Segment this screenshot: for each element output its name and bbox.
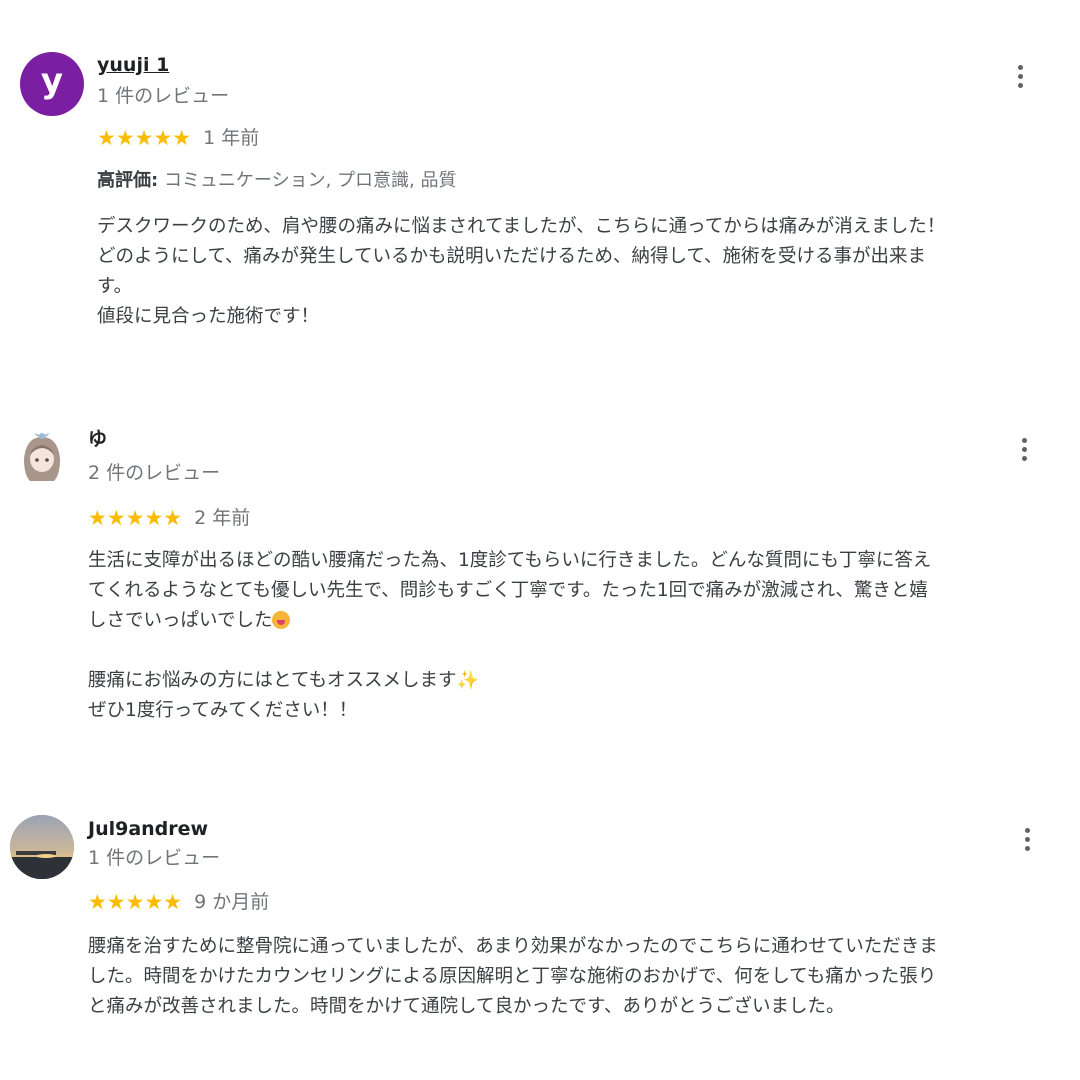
avatar[interactable]: y (20, 52, 84, 116)
review-text: デスクワークのため、肩や腰の痛みに悩まされてましたが、こちらに通ってからは痛みが… (97, 216, 946, 327)
review-text: 腰痛を治すために整骨院に通っていましたが、あまり効果がなかったのでこちらに通わせ… (88, 936, 938, 1017)
review-date: 2 年前 (194, 507, 251, 529)
avatar[interactable] (10, 815, 74, 879)
sunset-photo-icon (10, 815, 74, 879)
review-text-part: ぜひ1度行ってみてください！！ (88, 700, 358, 721)
star-rating: ★★★★★ (88, 890, 183, 914)
avatar-letter: y (40, 61, 64, 101)
review-date: 9 か月前 (194, 891, 270, 913)
more-options-icon[interactable] (1013, 821, 1041, 857)
rating-row: ★★★★★ 9 か月前 (88, 891, 269, 913)
reviewer-name[interactable]: Jul9andrew (88, 818, 208, 840)
avatar[interactable] (10, 425, 74, 489)
more-options-icon[interactable] (1006, 58, 1034, 94)
review-date: 1 年前 (203, 127, 260, 149)
reviewer-name[interactable]: yuuji 1 (97, 54, 169, 76)
review-text: 生活に支障が出るほどの酷い腰痛だった為、1度診てもらいに行きました。どんな質問に… (88, 546, 931, 726)
reviewer-name[interactable]: ゆ (88, 428, 107, 450)
review-text-part: 腰痛にお悩みの方にはとてもオススメします (88, 670, 457, 691)
sparkles-emoji: ✨ (456, 670, 479, 691)
review-count[interactable]: 2 件のレビュー (88, 462, 220, 484)
star-rating: ★★★★★ (88, 506, 183, 530)
rating-row: ★★★★★ 1 年前 (97, 127, 259, 149)
rating-row: ★★★★★ 2 年前 (88, 507, 250, 529)
review-text-part: 生活に支障が出るほどの酷い腰痛だった為、1度診てもらいに行きました。どんな質問に… (88, 550, 932, 631)
star-rating: ★★★★★ (97, 126, 192, 150)
highlights-label: 高評価: (97, 170, 159, 191)
review-count[interactable]: 1 件のレビュー (88, 847, 220, 869)
highlights-values: コミュニケーション, プロ意識, 品質 (163, 170, 457, 191)
highlights: 高評価: コミュニケーション, プロ意識, 品質 (97, 170, 456, 192)
review-count[interactable]: 1 件のレビュー (97, 85, 229, 107)
more-options-icon[interactable] (1010, 431, 1038, 467)
anime-avatar-icon (24, 433, 60, 481)
face-with-tongue-emoji (272, 611, 291, 629)
